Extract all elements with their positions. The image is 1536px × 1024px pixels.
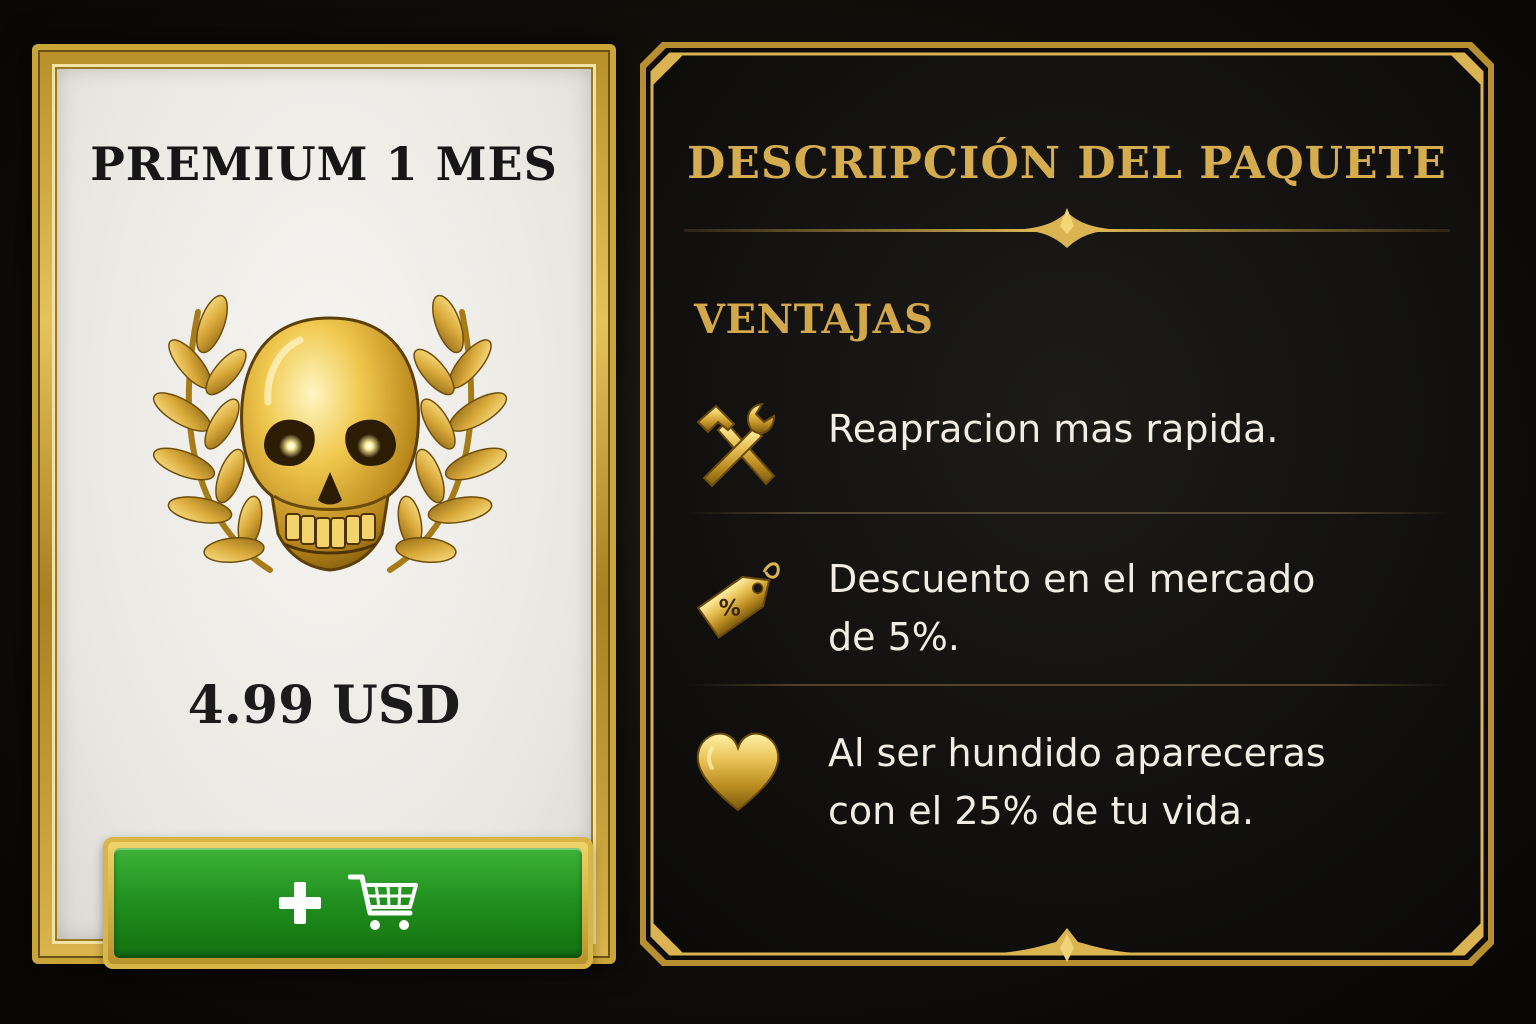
benefit-item-repair: Reapracion mas rapida.: [688, 400, 1448, 496]
benefit-text: Descuento en el mercado de 5%.: [828, 557, 1316, 659]
add-to-cart-button[interactable]: [103, 837, 593, 969]
shopping-cart-icon: [348, 874, 418, 930]
benefit-divider: [688, 512, 1448, 514]
title-divider-ornament: [684, 208, 1450, 248]
discount-tag-icon: %: [696, 562, 780, 639]
skull: [240, 316, 420, 572]
hammer-wrench-icon: [696, 402, 776, 488]
price-label: 4.99 USD: [187, 675, 461, 736]
premium-store-screen: PREMIUM 1 MES 4.99 USD DESCRIPCIÓN DEL P…: [0, 0, 1536, 1024]
product-title: PREMIUM 1 MES: [90, 137, 558, 191]
benefits-heading: VENTAJAS: [694, 296, 934, 343]
benefit-text: Reapracion mas rapida.: [828, 407, 1279, 451]
golden-skull-laurel-icon: [152, 294, 508, 573]
benefit-item-respawn-health: Al ser hundido apareceras con el 25% de …: [688, 724, 1448, 840]
heart-icon: [696, 732, 780, 812]
product-card[interactable]: PREMIUM 1 MES 4.99 USD: [32, 44, 616, 969]
svg-text:%: %: [719, 597, 741, 622]
product-card-inner: PREMIUM 1 MES 4.99 USD: [52, 64, 596, 969]
description-title: DESCRIPCIÓN DEL PAQUETE: [687, 138, 1447, 189]
benefit-item-discount: % Descuento en el mercado de 5%.: [688, 550, 1448, 666]
add-to-cart-button-face[interactable]: [114, 848, 582, 958]
plus-icon: [279, 882, 321, 924]
package-description-panel: DESCRIPCIÓN DEL PAQUETE VENTAJAS Reaprac…: [640, 42, 1494, 966]
benefit-divider: [688, 684, 1448, 686]
benefit-text: Al ser hundido apareceras con el 25% de …: [828, 731, 1326, 833]
